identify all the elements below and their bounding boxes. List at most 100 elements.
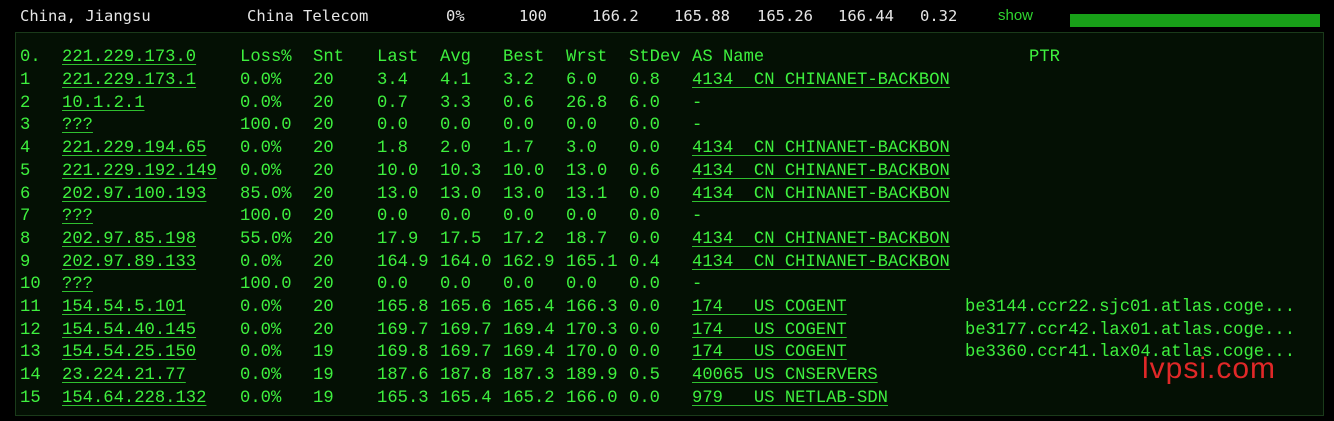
avg-cell: 4.1 (440, 71, 471, 90)
last-cell: 13.0 (377, 184, 419, 204)
as-link[interactable]: 979 US NETLAB-SDN (692, 388, 888, 410)
loss-cell: 0.0% (240, 252, 282, 272)
summary-loss: 0% (446, 7, 465, 25)
as-link[interactable]: 40065 US CNSERVERS (692, 365, 878, 387)
as-link: - (692, 93, 703, 113)
hop-number: 4 (20, 139, 31, 159)
host-link[interactable]: 221.229.173.1 (62, 70, 196, 92)
hop-number: 6 (20, 184, 31, 204)
snt-cell: 20 (313, 298, 334, 317)
last-cell: 165.3 (377, 388, 429, 408)
hop-row: 9 202.97.89.133 0.0% 20 164.9 164.0 162.9 165.1… (16, 252, 1323, 274)
hop-row: 7??? 100.0 20 0.0 0.0 0.0 0.0 0.0 - (16, 206, 1323, 228)
wrst-cell: 0.0 (566, 116, 597, 136)
hop-number: 13 (20, 343, 41, 363)
stdev-cell: 0.5 (629, 366, 660, 386)
wrst-cell: 26.8 (566, 93, 608, 113)
hop-row: 2 10.1.2.1 0.0% 20 0.7 3.3 0.6 26.8 6.0 - (16, 93, 1323, 115)
host-link[interactable]: 154.54.5.101 (62, 297, 186, 319)
best-cell: 0.6 (503, 93, 534, 113)
host-link[interactable]: ??? (62, 115, 93, 137)
as-link[interactable]: 174 US COGENT (692, 342, 847, 364)
as-link[interactable]: 4134 CN CHINANET-BACKBON (692, 138, 950, 160)
host-link[interactable]: 154.54.25.150 (62, 342, 196, 364)
host-link[interactable]: 221.229.194.65 (62, 138, 206, 160)
best-cell: 165.4 (503, 298, 555, 317)
wrst-cell: 189.9 (566, 366, 618, 386)
stdev-cell: 0.0 (629, 139, 660, 159)
loss-cell: 0.0% (240, 161, 282, 181)
mtr-header-row: 0. 221.229.173.0 Loss% Snt Last Avg Best… (16, 47, 1323, 69)
summary-sent: 100 (519, 7, 547, 25)
wrst-cell: 0.0 (566, 207, 597, 227)
last-cell: 0.0 (377, 116, 408, 136)
loss-cell: 0.0% (240, 93, 282, 113)
snt-cell: 20 (313, 93, 334, 113)
summary-best: 165.26 (757, 7, 813, 25)
loss-cell: 0.0% (240, 298, 282, 317)
snt-cell: 19 (313, 366, 334, 386)
hop-number: 14 (20, 366, 41, 386)
snt-cell: 20 (313, 275, 334, 295)
host-link[interactable]: 154.54.40.145 (62, 320, 196, 342)
as-link[interactable]: 4134 CN CHINANET-BACKBON (692, 70, 950, 92)
loss-cell: 100.0 (240, 275, 292, 295)
host-link[interactable]: 154.64.228.132 (62, 388, 206, 410)
snt-cell: 19 (313, 388, 334, 408)
host-link[interactable]: ??? (62, 274, 93, 296)
as-link[interactable]: 174 US COGENT (692, 320, 847, 342)
stdev-cell: 0.0 (629, 184, 660, 204)
loss-cell: 85.0% (240, 184, 292, 204)
avg-cell: 164.0 (440, 252, 492, 272)
hop-number: 2 (20, 93, 31, 113)
summary-row: China, Jiangsu China Telecom 0% 100 166.… (0, 0, 1334, 32)
as-link[interactable]: 4134 CN CHINANET-BACKBON (692, 229, 950, 251)
hop-row: 10??? 100.0 20 0.0 0.0 0.0 0.0 0.0 - (16, 274, 1323, 296)
host-link[interactable]: 10.1.2.1 (62, 93, 145, 115)
as-link: - (692, 116, 703, 136)
avg-cell: 10.3 (440, 161, 482, 181)
summary-stdev: 0.32 (920, 7, 958, 25)
host-link[interactable]: 202.97.89.133 (62, 252, 196, 274)
last-cell: 1.8 (377, 139, 408, 159)
host-link[interactable]: 202.97.85.198 (62, 229, 196, 251)
as-link[interactable]: 174 US COGENT (692, 297, 847, 319)
stdev-cell: 0.0 (629, 116, 660, 136)
stdev-cell: 0.0 (629, 320, 660, 340)
summary-avg: 165.88 (674, 7, 730, 25)
snt-cell: 20 (313, 116, 334, 136)
last-cell: 0.7 (377, 93, 408, 113)
wrst-cell: 166.3 (566, 298, 618, 317)
stdev-cell: 0.0 (629, 229, 660, 249)
last-cell: 10.0 (377, 161, 419, 181)
show-link[interactable]: show (998, 7, 1033, 24)
as-link[interactable]: 4134 CN CHINANET-BACKBON (692, 161, 950, 183)
host-link[interactable]: 202.97.100.193 (62, 184, 206, 206)
hop-row: 3??? 100.0 20 0.0 0.0 0.0 0.0 0.0 - (16, 115, 1323, 137)
summary-worst: 166.44 (838, 7, 894, 25)
best-cell: 169.4 (503, 343, 555, 363)
as-link: - (692, 207, 703, 227)
host-link[interactable]: ??? (62, 206, 93, 228)
as-link[interactable]: 4134 CN CHINANET-BACKBON (692, 184, 950, 206)
host-link[interactable]: 23.224.21.77 (62, 365, 186, 387)
wrst-cell: 166.0 (566, 388, 618, 408)
last-cell: 0.0 (377, 275, 408, 295)
as-link[interactable]: 4134 CN CHINANET-BACKBON (692, 252, 950, 274)
header-source-host-link[interactable]: 221.229.173.0 (62, 47, 196, 69)
stdev-cell: 0.0 (629, 343, 660, 363)
hop-row: 1 221.229.173.1 0.0% 20 3.4 4.1 3.2 6.0 0.8 4134 … (16, 70, 1323, 92)
host-link[interactable]: 221.229.192.149 (62, 161, 217, 183)
wrst-cell: 13.1 (566, 184, 608, 204)
best-cell: 162.9 (503, 252, 555, 272)
last-cell: 0.0 (377, 207, 408, 227)
mtr-output-panel: 0. 221.229.173.0 Loss% Snt Last Avg Best… (15, 32, 1324, 416)
avg-cell: 2.0 (440, 139, 471, 159)
hop-row: 13 154.54.25.150 0.0% 19 169.8 169.7 169.4 170.… (16, 342, 1323, 364)
as-link: - (692, 275, 703, 295)
hop-row: 11 154.54.5.101 0.0% 20 165.8 165.6 165.4 166.3… (16, 297, 1323, 319)
loss-cell: 0.0% (240, 388, 282, 408)
best-cell: 3.2 (503, 71, 534, 90)
header-last: Last (377, 48, 419, 67)
header-hop-index: 0. (20, 48, 41, 67)
